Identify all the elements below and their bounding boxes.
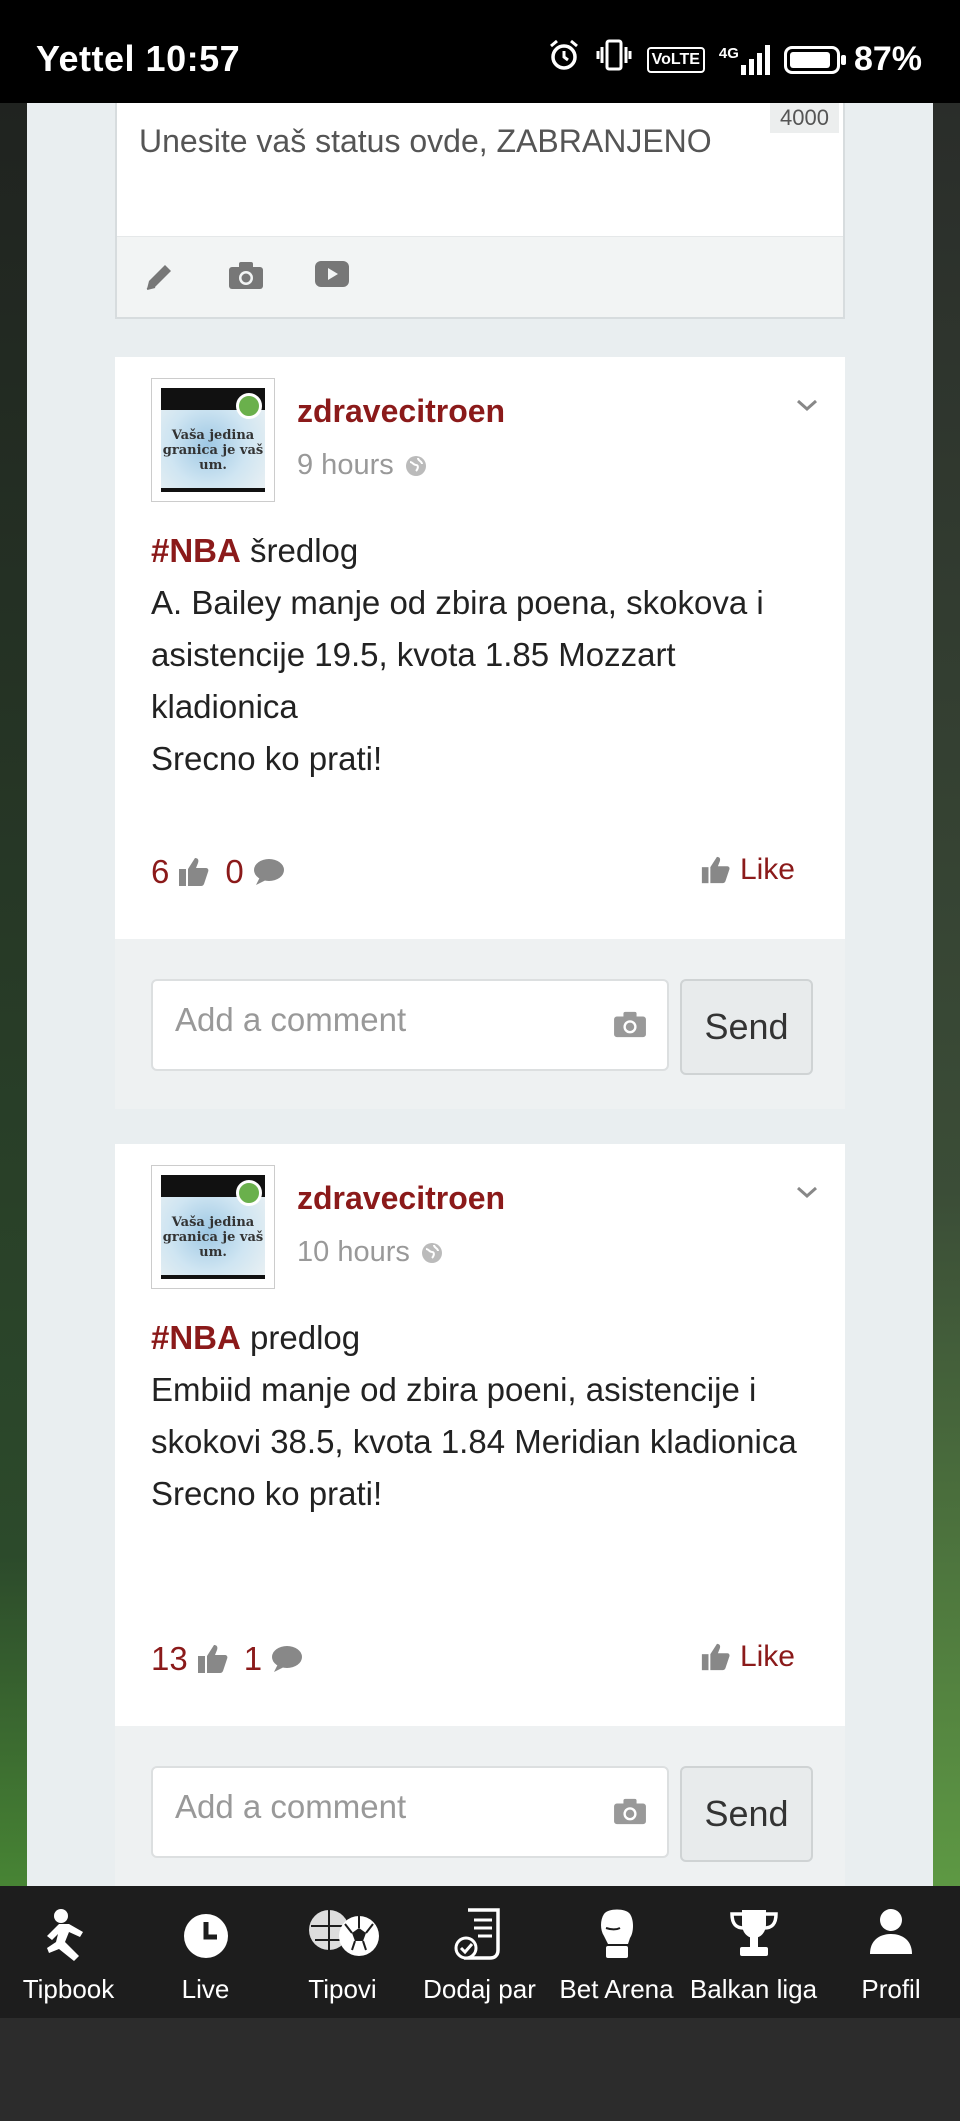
like-button[interactable]: Like [700,1640,795,1674]
send-button[interactable]: Send [680,979,813,1075]
avatar[interactable]: Vaša jedina granica je vaš um. [151,1165,275,1289]
comment-placeholder: Add a comment [175,1788,407,1825]
user-icon [866,1906,916,1962]
feed-container[interactable]: 4000 Unesite vaš status ovde, ZABRANJENO… [27,103,933,1918]
camera-icon[interactable] [227,259,267,295]
online-indicator [236,1180,262,1206]
like-button-label: Like [739,853,795,886]
system-footer [0,2018,960,2121]
player-icon [39,1906,99,1970]
background-right-edge [933,103,960,1918]
pencil-icon[interactable] [141,259,181,295]
nav-label: Live [181,1974,230,2004]
chevron-down-icon[interactable] [795,1180,819,1204]
globe-icon [405,455,426,476]
status-bar: Yettel 10:57 VoLTE 4G 87% [0,0,960,103]
signal-icon: 4G [718,44,770,75]
post-card: Vaša jedina granica je vaš um. zdravecit… [115,1144,845,1726]
post-line: A. Bailey manje od zbira poena, skokova … [151,584,764,725]
ticket-icon [452,1906,508,1966]
nav-item-live[interactable]: Live [137,1886,274,2018]
thumbs-up-icon [701,856,730,884]
nav-item-dodaj-par[interactable]: Dodaj par [411,1886,548,2018]
composer-toolbar [117,236,843,317]
post-time: 9 hours [297,449,428,482]
nav-label: Profil [861,1974,921,2004]
nav-label: Bet Arena [559,1974,674,2004]
post-username[interactable]: zdravecitroen [297,1180,505,1217]
nav-label: Balkan liga [689,1974,818,2004]
post-hashtag[interactable]: #NBA [151,532,241,569]
post-line: Embiid manje od zbira poeni, asistencije… [151,1371,797,1460]
nav-item-tipbook[interactable]: Tipbook [0,1886,137,2018]
bottom-navigation: Tipbook Live Tipovi Dodaj par Bet Arena … [0,1886,960,2018]
battery-percent: 87% [853,40,922,78]
volte-badge: VoLTE [646,46,705,73]
comment-bar: Add a comment Send [115,1726,845,1896]
nav-item-balkan-liga[interactable]: Balkan liga [685,1886,822,2018]
online-indicator [236,393,262,419]
post-body: #NBA šredlog A. Bailey manje od zbira po… [151,525,811,785]
carrier-time: Yettel 10:57 [36,38,241,79]
video-icon[interactable] [313,259,353,295]
signal-bars [740,44,770,75]
comment-icon [272,1646,303,1672]
post-time: 10 hours [297,1236,444,1269]
comment-placeholder: Add a comment [175,1001,407,1038]
post-username[interactable]: zdravecitroen [297,393,505,430]
nav-label: Tipbook [22,1974,115,2004]
avatar-caption: Vaša jedina granica je vaš um. [162,1215,264,1260]
network-type: 4G [718,44,739,62]
camera-icon[interactable] [611,1796,649,1830]
post-time-text: 9 hours [297,449,394,481]
status-input[interactable]: Unesite vaš status ovde, ZABRANJENO [139,123,712,160]
thumbs-up-icon [701,1643,730,1671]
post-hashtag[interactable]: #NBA [151,1319,241,1356]
comment-input[interactable]: Add a comment [151,1766,669,1858]
like-button-label: Like [739,1640,795,1673]
post-card: Vaša jedina granica je vaš um. zdravecit… [115,357,845,939]
background-left-edge [0,103,27,1918]
post-stats: 6 0 [151,853,286,891]
nav-label: Tipovi [308,1974,377,2004]
send-button[interactable]: Send [680,1766,813,1862]
status-icons: VoLTE 4G 87% [547,38,922,81]
camera-icon[interactable] [611,1009,649,1043]
avatar[interactable]: Vaša jedina granica je vaš um. [151,378,275,502]
nav-label: Dodaj par [423,1974,536,2004]
post-line: Srecno ko prati! [151,1475,383,1512]
post-stats: 13 1 [151,1640,304,1678]
nav-item-bet-arena[interactable]: Bet Arena [548,1886,685,2018]
post-title-text: šredlog [240,532,359,569]
post-line: Srecno ko prati! [151,740,383,777]
chevron-down-icon[interactable] [795,393,819,417]
post-title-text: predlog [240,1319,361,1356]
like-count: 6 [151,853,170,890]
comment-input[interactable]: Add a comment [151,979,669,1071]
comment-count: 1 [243,1640,263,1677]
battery-icon [783,45,846,74]
glove-icon [592,1906,642,1966]
trophy-icon [726,1906,782,1966]
thumbs-up-icon [197,1645,228,1673]
globe-icon [421,1242,442,1263]
comment-count: 0 [225,853,244,890]
clock-icon [181,1906,231,1965]
char-counter: 4000 [770,103,839,133]
vibrate-icon [595,38,633,81]
nav-item-profil[interactable]: Profil [822,1886,960,2018]
balls-icon [303,1906,383,1966]
comment-icon [253,859,284,885]
post-time-text: 10 hours [297,1236,410,1268]
like-count: 13 [151,1640,188,1677]
thumbs-up-icon [179,858,209,886]
nav-item-tipovi[interactable]: Tipovi [274,1886,411,2018]
comment-bar: Add a comment Send [115,939,845,1109]
alarm-icon [547,38,581,81]
post-body: #NBA predlog Embiid manje od zbira poeni… [151,1312,811,1520]
avatar-caption: Vaša jedina granica je vaš um. [162,428,264,473]
like-button[interactable]: Like [700,853,795,887]
status-composer[interactable]: 4000 Unesite vaš status ovde, ZABRANJENO [115,103,845,319]
